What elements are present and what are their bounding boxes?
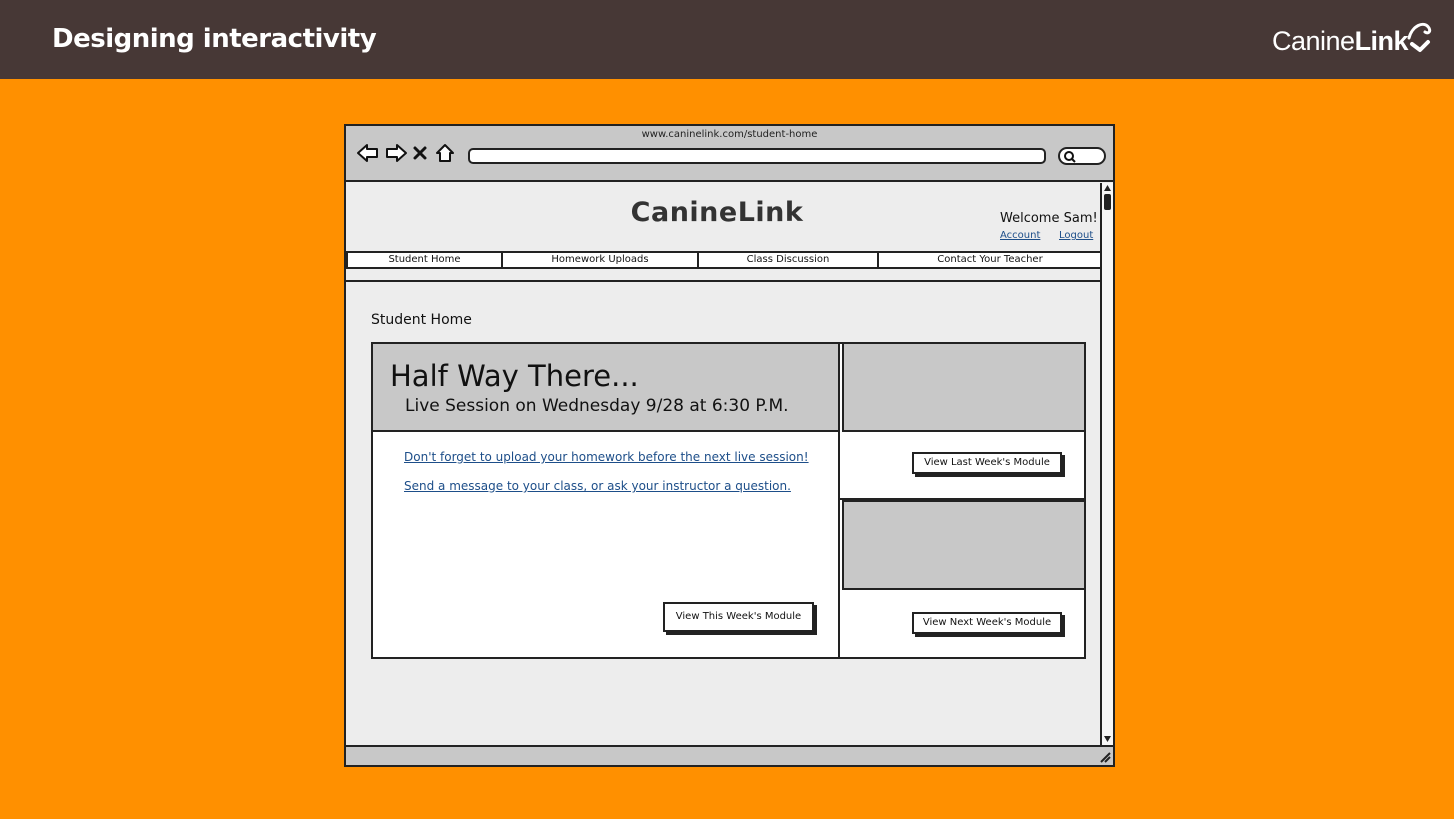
upload-homework-link[interactable]: Don't forget to upload your homework bef…	[404, 450, 809, 464]
close-x-icon[interactable]	[412, 142, 428, 164]
forward-arrow-icon[interactable]	[384, 142, 407, 164]
browser-nav-icons	[356, 142, 456, 164]
account-link[interactable]: Account	[1000, 230, 1040, 241]
browser-window-mockup: www.caninelink.com/student-home CanineLi…	[344, 124, 1115, 767]
scroll-up-arrow-icon[interactable]	[1103, 184, 1112, 192]
tab-student-home[interactable]: Student Home	[348, 253, 503, 267]
tab-contact-your-teacher[interactable]: Contact Your Teacher	[879, 253, 1101, 267]
hero-title: Half Way There...	[390, 359, 639, 393]
browser-toolbar: www.caninelink.com/student-home	[346, 126, 1113, 182]
home-icon[interactable]	[434, 142, 456, 164]
slide-header: Designing interactivity Canine Link	[0, 0, 1454, 79]
hero-banner: Half Way There... Live Session on Wednes…	[373, 344, 838, 432]
address-bar-input[interactable]	[468, 148, 1046, 164]
module-side-panel: View Last Week's Module View Next Week's…	[840, 342, 1086, 659]
site-nav-tabs: Student Home Homework Uploads Class Disc…	[346, 251, 1103, 269]
message-class-link[interactable]: Send a message to your class, or ask you…	[404, 479, 791, 493]
search-icon	[1064, 151, 1076, 163]
hero-subtitle: Live Session on Wednesday 9/28 at 6:30 P…	[405, 396, 789, 416]
page-title: Student Home	[371, 312, 472, 328]
browser-status-bar	[346, 745, 1113, 765]
main-content-panel: Half Way There... Live Session on Wednes…	[371, 342, 840, 659]
tab-homework-uploads[interactable]: Homework Uploads	[503, 253, 699, 267]
vertical-scrollbar[interactable]	[1100, 183, 1113, 745]
last-week-thumbnail	[842, 344, 1084, 432]
brand-logo-light-text: Canine	[1272, 26, 1355, 56]
nav-subbar	[346, 269, 1100, 282]
slide-title: Designing interactivity	[52, 24, 377, 54]
logout-link[interactable]: Logout	[1059, 230, 1093, 241]
brand-logo[interactable]: Canine Link	[1272, 20, 1432, 60]
url-caption: www.caninelink.com/student-home	[641, 129, 818, 140]
view-last-week-module-button[interactable]: View Last Week's Module	[912, 452, 1062, 474]
dog-tail-icon	[1407, 22, 1432, 52]
welcome-message: Welcome Sam!	[1000, 211, 1098, 226]
view-next-week-module-button[interactable]: View Next Week's Module	[912, 612, 1062, 634]
tab-class-discussion[interactable]: Class Discussion	[699, 253, 879, 267]
back-arrow-icon[interactable]	[356, 142, 378, 164]
resize-grip-icon[interactable]	[1097, 749, 1111, 763]
scroll-down-arrow-icon[interactable]	[1103, 735, 1112, 743]
next-week-thumbnail	[842, 500, 1084, 590]
browser-search-field[interactable]	[1058, 147, 1106, 165]
scrollbar-thumb[interactable]	[1104, 194, 1111, 210]
site-logo[interactable]: CanineLink	[346, 197, 1088, 228]
view-this-week-module-button[interactable]: View This Week's Module	[663, 602, 814, 632]
brand-logo-bold-text: Link	[1354, 26, 1409, 56]
